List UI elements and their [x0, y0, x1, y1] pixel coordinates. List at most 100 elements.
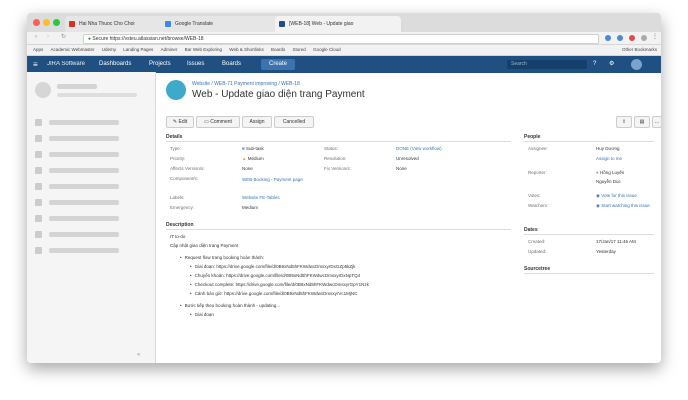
nav-issues[interactable]: Issues [187, 56, 204, 73]
jira-logo[interactable]: JIRA Software [47, 56, 85, 73]
field-label: Watchers: [528, 203, 549, 208]
back-icon[interactable]: ‹ [35, 34, 37, 40]
reload-icon[interactable]: ↻ [61, 33, 66, 40]
collapse-sidebar-icon[interactable]: « [137, 352, 140, 358]
description-link[interactable]: Checkout complete: https://drive.google.… [190, 282, 369, 287]
minimize-window-button[interactable] [43, 19, 50, 26]
bookmark-item[interactable]: Academic Webmaster [51, 45, 95, 55]
comment-button[interactable]: ▭ Comment [196, 116, 240, 128]
browser-window: Hai Nha Thuoc Cho Choi Google Translate … [27, 13, 661, 363]
project-avatar [35, 82, 51, 98]
tab-favicon-icon [69, 21, 75, 27]
description-link[interactable]: Giai đoạn: https://drive.google.com/file… [190, 264, 356, 269]
url-input[interactable]: ● Secure https://vsteu.atlassian.net/bro… [83, 34, 599, 44]
sidebar-item-label [49, 136, 119, 141]
edit-label: Edit [178, 119, 188, 125]
extension-icon[interactable] [641, 35, 647, 41]
divider [524, 273, 654, 274]
menu-icon[interactable]: ⋮ [652, 33, 658, 40]
sidebar-item-icon [35, 199, 42, 206]
address-bar: ‹ › ↻ ● Secure https://vsteu.atlassian.n… [27, 32, 661, 45]
bookmark-item[interactable]: Apps [33, 45, 43, 55]
divider [524, 234, 654, 235]
browser-tab[interactable]: Google Translate [161, 16, 285, 32]
bookmark-item[interactable]: Other Bookmarks [622, 45, 657, 55]
bookmark-item[interactable]: Google Cloud [313, 45, 341, 55]
url-text: Secure https://vsteu.atlassian.net/brows… [92, 36, 204, 42]
browser-tab-active[interactable]: [WEB-18] Web - Update giao [275, 16, 401, 32]
nav-dashboards[interactable]: Dashboards [99, 56, 131, 73]
extension-icon[interactable] [605, 35, 611, 41]
labels-value[interactable]: Website FE-Tables [242, 195, 280, 200]
user-icon: ● [596, 170, 599, 175]
field-value: Medium [242, 205, 259, 210]
lock-icon: ● [88, 36, 92, 42]
gear-icon[interactable]: ⚙ [609, 56, 614, 73]
assignee-value[interactable]: Huy Dương [596, 146, 619, 151]
close-window-button[interactable] [33, 19, 40, 26]
sidebar-item-icon [35, 151, 42, 158]
comment-label: Comment [210, 119, 232, 125]
assign-to-me-link[interactable]: Assign to me [596, 156, 622, 161]
watch-link[interactable]: ◉ Start watching this issue [596, 203, 650, 209]
cancelled-button[interactable]: Cancelled [274, 116, 314, 128]
sidebar-item-label [49, 184, 119, 189]
status-badge[interactable]: DONE (View workflow) [396, 146, 442, 151]
extension-icon[interactable] [629, 35, 635, 41]
nav-projects[interactable]: Projects [149, 56, 171, 73]
bookmark-item[interactable]: Web & Shortlinks [229, 45, 263, 55]
forward-icon[interactable]: › [47, 34, 49, 40]
export-button[interactable]: ▤ [634, 116, 650, 128]
breadcrumb[interactable]: Website / WEB-71 Payment improving / WEB… [192, 81, 300, 87]
project-name-placeholder [57, 84, 97, 89]
bookmark-item[interactable]: Adminer [161, 45, 178, 55]
bookmark-item[interactable]: Udemy [102, 45, 116, 55]
vote-link[interactable]: ◉ Vote for this issue [596, 193, 637, 199]
details-heading: Details [166, 134, 183, 140]
sidebar-item-icon [35, 231, 42, 238]
avatar[interactable] [631, 59, 642, 70]
bookmark-item[interactable]: Stored [293, 45, 306, 55]
divider [524, 141, 654, 142]
reporter-secondary: Nguyễn Duc [596, 179, 621, 184]
tab-favicon-icon [279, 21, 285, 27]
sidebar-item-label [49, 248, 119, 253]
bookmark-item[interactable]: Bar Web Exploring [185, 45, 222, 55]
extension-icon[interactable] [617, 35, 623, 41]
help-icon[interactable]: ? [593, 56, 596, 73]
description-link[interactable]: Chuyển khoản: https://drive.google.com/f… [190, 273, 361, 278]
bookmark-item[interactable]: Boards [271, 45, 285, 55]
jira-navbar: ≡ JIRA Software Dashboards Projects Issu… [27, 56, 661, 73]
field-label: Reporter: [528, 170, 547, 175]
field-label: Votes: [528, 193, 541, 198]
component-link[interactable]: WEB Booking - Payment page [242, 176, 306, 183]
tab-bar: Hai Nha Thuoc Cho Choi Google Translate … [27, 13, 661, 32]
edit-button[interactable]: ✎ Edit [166, 116, 194, 128]
sidebar-item-icon [35, 247, 42, 254]
tab-favicon-icon [165, 21, 171, 27]
project-sidebar: « [27, 72, 156, 363]
created-value: 17/Jan/17 11:46 AM [596, 239, 636, 244]
sidebar-item-label [49, 152, 119, 157]
search-input[interactable]: Search [507, 60, 587, 69]
field-value: None [396, 166, 407, 171]
app-switcher-icon[interactable]: ≡ [33, 56, 38, 73]
field-value: ■ Sub-task [242, 146, 264, 151]
sidebar-item-icon [35, 135, 42, 142]
issue-view: Website / WEB-71 Payment improving / WEB… [156, 72, 661, 363]
zoom-window-button[interactable] [53, 19, 60, 26]
assign-button[interactable]: Assign [242, 116, 272, 128]
browser-tab[interactable]: Hai Nha Thuoc Cho Choi [65, 16, 171, 32]
sidebar-item-icon [35, 119, 42, 126]
reporter-value[interactable]: ● Hồng Luyến [596, 170, 624, 175]
bookmark-item[interactable]: Landing Pages [123, 45, 153, 55]
field-label: Type: [170, 146, 182, 151]
description-link[interactable]: Cảnh báo giờ: https://drive.google.com/f… [190, 291, 358, 296]
nav-boards[interactable]: Boards [222, 56, 241, 73]
page-title: Web - Update giao diện trang Payment [192, 89, 365, 100]
create-button[interactable]: Create [261, 59, 296, 70]
field-label: Assignee: [528, 146, 548, 151]
more-button[interactable]: … [652, 116, 661, 128]
bookmarks-bar: Apps Academic Webmaster Udemy Landing Pa… [27, 45, 661, 56]
share-button[interactable]: ⇪ [616, 116, 632, 128]
